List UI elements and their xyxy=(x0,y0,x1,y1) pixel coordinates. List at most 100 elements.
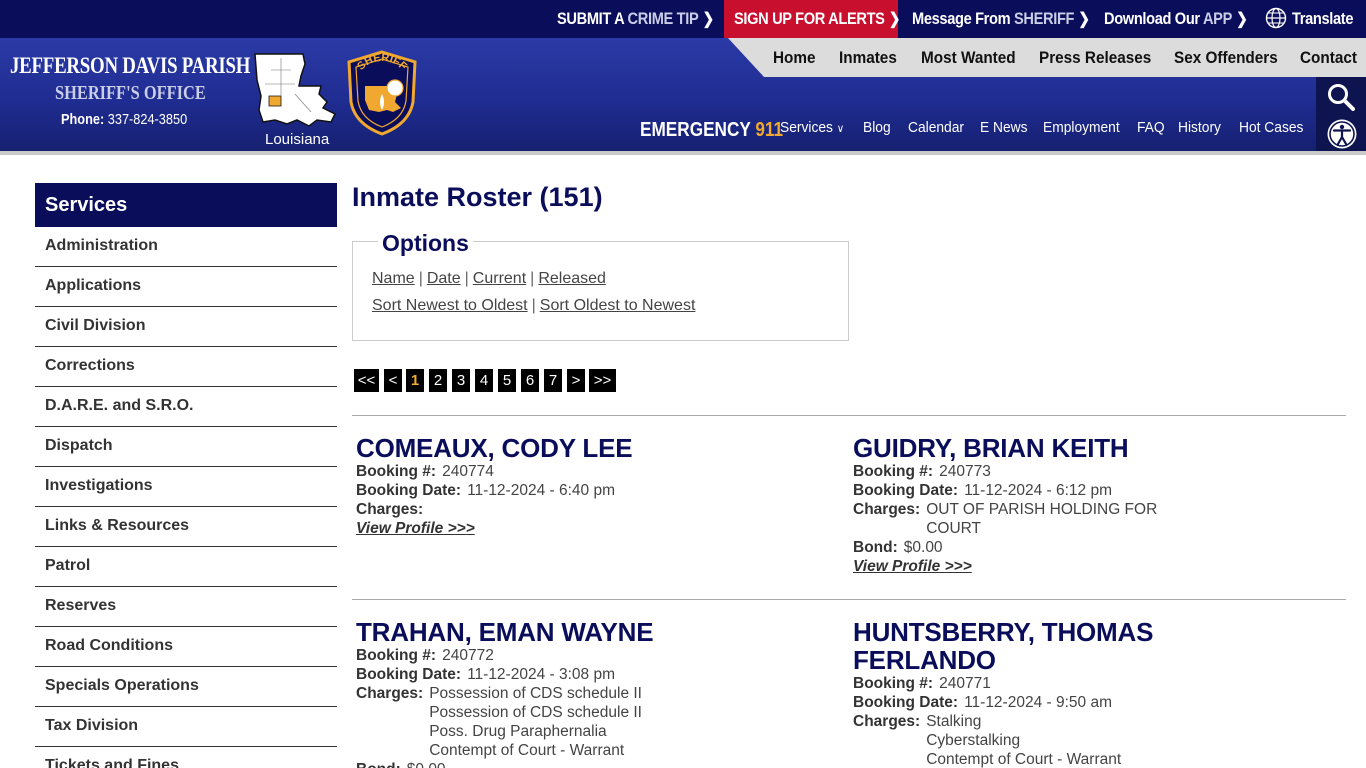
nav-home[interactable]: Home xyxy=(773,38,816,77)
nav-e-news[interactable]: E News xyxy=(980,116,1028,140)
nav-hot-cases[interactable]: Hot Cases xyxy=(1239,116,1303,140)
pager-prev[interactable]: < xyxy=(384,369,402,392)
filter-links: Name | Date | Current | Released xyxy=(372,270,606,287)
sidebar-heading: Services xyxy=(35,183,337,227)
globe-icon[interactable] xyxy=(1265,7,1287,29)
charges-row: Charges: OUT OF PARISH HOLDING FOR COURT xyxy=(853,500,1293,538)
crime-tip-text: SUBMIT A xyxy=(557,9,628,28)
row-divider xyxy=(352,415,1346,416)
phone-label: Phone: xyxy=(61,111,105,128)
charge-item: Stalking xyxy=(926,713,982,730)
top-utility-bar: SUBMIT A CRIME TIP ❯ SIGN UP FOR ALERTS ❯ … xyxy=(0,0,1366,38)
filter-released-link[interactable]: Released xyxy=(538,270,606,287)
inmate-name[interactable]: COMEAUX, CODY LEE xyxy=(356,434,796,462)
sidebar-item-applications[interactable]: Applications xyxy=(35,267,337,307)
nav-services[interactable]: Services ∨ xyxy=(780,116,844,140)
message-highlight: SHERIFF xyxy=(1013,9,1075,28)
bond-label: Bond: xyxy=(356,760,401,768)
sheriff-badge-icon[interactable]: SHERIFF xyxy=(343,50,421,136)
charge-item: Contempt of Court - Warrant xyxy=(429,742,625,759)
sort-newest-link[interactable]: Sort Newest to Oldest xyxy=(372,297,528,314)
sidebar-item-road-conditions[interactable]: Road Conditions xyxy=(35,627,337,667)
inmate-name[interactable]: HUNTSBERRY, THOMAS FERLANDO xyxy=(853,618,1183,674)
nav-history[interactable]: History xyxy=(1178,116,1221,140)
pager-page-3[interactable]: 3 xyxy=(452,369,470,392)
pager-page-6[interactable]: 6 xyxy=(521,369,539,392)
sidebar-item-patrol[interactable]: Patrol xyxy=(35,547,337,587)
nav-blog[interactable]: Blog xyxy=(863,116,891,140)
sidebar-item-tax-division[interactable]: Tax Division xyxy=(35,707,337,747)
view-profile-link[interactable]: View Profile >>> xyxy=(356,519,475,538)
pager-page-2[interactable]: 2 xyxy=(429,369,447,392)
sidebar-item-administration[interactable]: Administration xyxy=(35,227,337,267)
row-divider xyxy=(352,599,1346,600)
emergency-911[interactable]: EMERGENCY 911 xyxy=(640,115,783,145)
charge-item: Cyberstalking xyxy=(926,732,1021,749)
inmate-name[interactable]: TRAHAN, EMAN WAYNE xyxy=(356,618,796,646)
booking-number-row: Booking #: 240774 xyxy=(356,462,796,481)
sidebar-item-dispatch[interactable]: Dispatch xyxy=(35,427,337,467)
booking-number-row: Booking #: 240772 xyxy=(356,646,796,665)
sidebar-item-specials-operations[interactable]: Specials Operations xyxy=(35,667,337,707)
filter-date-link[interactable]: Date xyxy=(427,270,461,287)
filter-current-link[interactable]: Current xyxy=(473,270,526,287)
charge-item: OUT OF PARISH HOLDING FOR xyxy=(926,501,1158,518)
sign-up-alerts-link[interactable]: SIGN UP FOR ALERTS ❯ xyxy=(734,0,900,38)
pager-first[interactable]: << xyxy=(354,369,379,392)
pager-page-5[interactable]: 5 xyxy=(498,369,516,392)
sidebar-item-investigations[interactable]: Investigations xyxy=(35,467,337,507)
charges-label: Charges: xyxy=(853,713,921,730)
nav-most-wanted[interactable]: Most Wanted xyxy=(921,38,1016,77)
charge-item: Contempt of Court - Warrant xyxy=(926,751,1122,768)
booking-number-value: 240771 xyxy=(939,675,991,692)
sidebar-item-reserves[interactable]: Reserves xyxy=(35,587,337,627)
booking-date-label: Booking Date: xyxy=(853,482,959,499)
inmate-card: TRAHAN, EMAN WAYNE Booking #: 240772 Book… xyxy=(356,618,796,768)
submit-crime-tip-link[interactable]: SUBMIT A CRIME TIP ❯ xyxy=(557,0,714,38)
sidebar-item-links-resources[interactable]: Links & Resources xyxy=(35,507,337,547)
nav-employment[interactable]: Employment xyxy=(1043,116,1120,140)
sidebar-item-corrections[interactable]: Corrections xyxy=(35,347,337,387)
chevron-right-icon: ❯ xyxy=(1078,11,1090,28)
booking-date-value: 11-12-2024 - 6:40 pm xyxy=(467,482,615,499)
nav-calendar[interactable]: Calendar xyxy=(908,116,964,140)
translate-link[interactable]: Translate xyxy=(1292,0,1353,38)
nav-faq[interactable]: FAQ xyxy=(1137,116,1165,140)
page-title: Inmate Roster (151) xyxy=(352,182,603,212)
sidebar-item-dare-sro[interactable]: D.A.R.E. and S.R.O. xyxy=(35,387,337,427)
charges-label: Charges: xyxy=(853,501,921,518)
view-profile-link[interactable]: View Profile >>> xyxy=(853,557,972,576)
booking-date-label: Booking Date: xyxy=(356,482,462,499)
nav-contact[interactable]: Contact xyxy=(1300,38,1357,77)
accessibility-button[interactable] xyxy=(1316,113,1366,151)
pager-page-1[interactable]: 1 xyxy=(406,369,424,392)
site-subtitle[interactable]: SHERIFF'S OFFICE xyxy=(55,82,206,105)
download-app-link[interactable]: Download Our APP ❯ xyxy=(1104,0,1248,38)
booking-number-row: Booking #: 240773 xyxy=(853,462,1293,481)
charge-item: Poss. Drug Paraphernalia xyxy=(429,723,607,740)
search-button[interactable] xyxy=(1316,77,1366,115)
chevron-right-icon: ❯ xyxy=(702,11,715,28)
filter-name-link[interactable]: Name xyxy=(372,270,415,287)
sort-oldest-link[interactable]: Sort Oldest to Newest xyxy=(540,297,696,314)
phone-number[interactable]: Phone: 337-824-3850 xyxy=(61,111,187,128)
pager-page-7[interactable]: 7 xyxy=(544,369,562,392)
pager-next[interactable]: > xyxy=(567,369,585,392)
sidebar-item-civil-division[interactable]: Civil Division xyxy=(35,307,337,347)
inmate-card: HUNTSBERRY, THOMAS FERLANDO Booking #: 24… xyxy=(853,618,1183,768)
nav-sex-offenders[interactable]: Sex Offenders xyxy=(1174,38,1278,77)
message-from-sheriff-link[interactable]: Message From SHERIFF ❯ xyxy=(912,0,1090,38)
pager-last[interactable]: >> xyxy=(589,369,616,392)
inmate-name[interactable]: GUIDRY, BRIAN KEITH xyxy=(853,434,1293,462)
sidebar-item-tickets-fines[interactable]: Tickets and Fines xyxy=(35,747,337,768)
charges-label: Charges: xyxy=(356,501,424,518)
sidebar-menu: Administration Applications Civil Divisi… xyxy=(35,227,337,768)
nav-inmates[interactable]: Inmates xyxy=(839,38,897,77)
app-text: Download Our xyxy=(1104,9,1203,28)
booking-date-row: Booking Date: 11-12-2024 - 6:40 pm xyxy=(356,481,796,500)
pager-page-4[interactable]: 4 xyxy=(475,369,493,392)
booking-number-label: Booking #: xyxy=(853,675,934,692)
charge-item: COURT xyxy=(926,520,982,537)
nav-press-releases[interactable]: Press Releases xyxy=(1039,38,1151,77)
site-title[interactable]: JEFFERSON DAVIS PARISH xyxy=(10,53,250,79)
